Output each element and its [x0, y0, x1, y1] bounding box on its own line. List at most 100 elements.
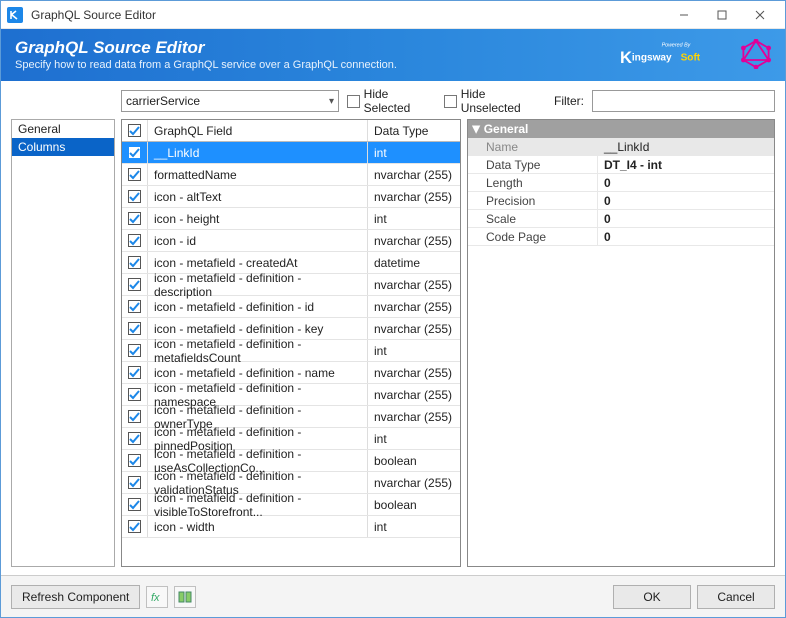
header-banner: GraphQL Source Editor Specify how to rea… — [1, 29, 785, 81]
hide-unselected-checkbox[interactable]: Hide Unselected — [444, 87, 546, 115]
table-row[interactable]: __LinkIdint — [122, 142, 460, 164]
row-checkbox[interactable] — [122, 208, 148, 229]
row-field: icon - metafield - definition - visibleT… — [148, 494, 368, 515]
property-value: __LinkId — [598, 138, 774, 155]
row-type: nvarchar (255) — [368, 384, 460, 405]
svg-text:K: K — [620, 48, 632, 67]
row-checkbox[interactable] — [122, 428, 148, 449]
row-checkbox[interactable] — [122, 142, 148, 163]
property-value: 0 — [598, 174, 774, 191]
row-checkbox[interactable] — [122, 296, 148, 317]
table-row[interactable]: icon - idnvarchar (255) — [122, 230, 460, 252]
property-key: Data Type — [468, 156, 598, 173]
row-field: icon - metafield - definition - metafiel… — [148, 340, 368, 361]
cancel-button[interactable]: Cancel — [697, 585, 775, 609]
table-row[interactable]: icon - metafield - definition - idnvarch… — [122, 296, 460, 318]
property-row[interactable]: Precision0 — [468, 192, 774, 210]
row-field: icon - metafield - definition - descript… — [148, 274, 368, 295]
row-checkbox[interactable] — [122, 494, 148, 515]
table-row[interactable]: icon - metafield - definition - visibleT… — [122, 494, 460, 516]
property-key: Name — [468, 138, 598, 155]
row-type: nvarchar (255) — [368, 362, 460, 383]
property-row[interactable]: Code Page0 — [468, 228, 774, 246]
property-value: DT_I4 - int — [598, 156, 774, 173]
column-header-field[interactable]: GraphQL Field — [148, 120, 368, 141]
property-key: Precision — [468, 192, 598, 209]
chevron-down-icon: ▶ — [470, 125, 481, 133]
minimize-button[interactable] — [665, 3, 703, 27]
row-field: formattedName — [148, 164, 368, 185]
property-key: Length — [468, 174, 598, 191]
maximize-button[interactable] — [703, 3, 741, 27]
property-value: 0 — [598, 228, 774, 245]
ok-button[interactable]: OK — [613, 585, 691, 609]
table-row[interactable]: icon - heightint — [122, 208, 460, 230]
table-header: GraphQL Field Data Type — [122, 120, 460, 142]
row-type: datetime — [368, 252, 460, 273]
page-heading: GraphQL Source Editor — [15, 39, 397, 58]
row-type: int — [368, 340, 460, 361]
property-row[interactable]: Name__LinkId — [468, 138, 774, 156]
hide-selected-label: Hide Selected — [364, 87, 436, 115]
row-checkbox[interactable] — [122, 362, 148, 383]
property-row[interactable]: Scale0 — [468, 210, 774, 228]
row-checkbox[interactable] — [122, 450, 148, 471]
table-row[interactable]: icon - metafield - definition - metafiel… — [122, 340, 460, 362]
refresh-component-button[interactable]: Refresh Component — [11, 585, 140, 609]
row-checkbox[interactable] — [122, 164, 148, 185]
row-checkbox[interactable] — [122, 318, 148, 339]
properties-section-header[interactable]: ▶ General — [468, 120, 774, 138]
row-field: icon - altText — [148, 186, 368, 207]
graphql-icon — [741, 39, 771, 72]
row-checkbox[interactable] — [122, 186, 148, 207]
property-row[interactable]: Data TypeDT_I4 - int — [468, 156, 774, 174]
row-checkbox[interactable] — [122, 274, 148, 295]
row-checkbox[interactable] — [122, 252, 148, 273]
table-row[interactable]: icon - metafield - definition - descript… — [122, 274, 460, 296]
close-button[interactable] — [741, 3, 779, 27]
row-type: boolean — [368, 450, 460, 471]
left-nav: GeneralColumns — [11, 119, 115, 567]
svg-text:Soft: Soft — [681, 53, 701, 64]
row-type: nvarchar (255) — [368, 164, 460, 185]
row-type: int — [368, 208, 460, 229]
property-row[interactable]: Length0 — [468, 174, 774, 192]
expression-editor-button[interactable]: fx — [146, 586, 168, 608]
kingswaysoft-logo: Powered By K ingsway Soft — [620, 39, 715, 72]
select-all-checkbox[interactable] — [122, 120, 148, 141]
properties-section-title: General — [484, 122, 529, 136]
table-row[interactable]: icon - altTextnvarchar (255) — [122, 186, 460, 208]
object-selector[interactable]: carrierService ▾ — [121, 90, 339, 112]
row-type: nvarchar (255) — [368, 274, 460, 295]
svg-text:fx: fx — [151, 592, 160, 604]
row-type: int — [368, 428, 460, 449]
row-checkbox[interactable] — [122, 340, 148, 361]
row-field: icon - id — [148, 230, 368, 251]
sidebar-item-columns[interactable]: Columns — [12, 138, 114, 156]
row-field: __LinkId — [148, 142, 368, 163]
columns-table: GraphQL Field Data Type __LinkIdintforma… — [121, 119, 461, 567]
row-field: icon - metafield - definition - id — [148, 296, 368, 317]
sidebar-item-general[interactable]: General — [12, 120, 114, 138]
controls-row: carrierService ▾ Hide Selected Hide Unse… — [121, 89, 775, 113]
row-checkbox[interactable] — [122, 516, 148, 537]
row-type: int — [368, 142, 460, 163]
table-row[interactable]: icon - widthint — [122, 516, 460, 538]
row-checkbox[interactable] — [122, 384, 148, 405]
property-value: 0 — [598, 192, 774, 209]
column-map-button[interactable] — [174, 586, 196, 608]
row-checkbox[interactable] — [122, 230, 148, 251]
row-type: boolean — [368, 494, 460, 515]
row-checkbox[interactable] — [122, 472, 148, 493]
row-type: nvarchar (255) — [368, 406, 460, 427]
row-type: nvarchar (255) — [368, 472, 460, 493]
svg-text:ingsway: ingsway — [632, 53, 672, 64]
column-header-type[interactable]: Data Type — [368, 120, 460, 141]
hide-selected-checkbox[interactable]: Hide Selected — [347, 87, 436, 115]
row-type: nvarchar (255) — [368, 186, 460, 207]
row-checkbox[interactable] — [122, 406, 148, 427]
table-row[interactable]: formattedNamenvarchar (255) — [122, 164, 460, 186]
filter-input[interactable] — [592, 90, 775, 112]
filter-label: Filter: — [554, 94, 584, 108]
row-field: icon - width — [148, 516, 368, 537]
